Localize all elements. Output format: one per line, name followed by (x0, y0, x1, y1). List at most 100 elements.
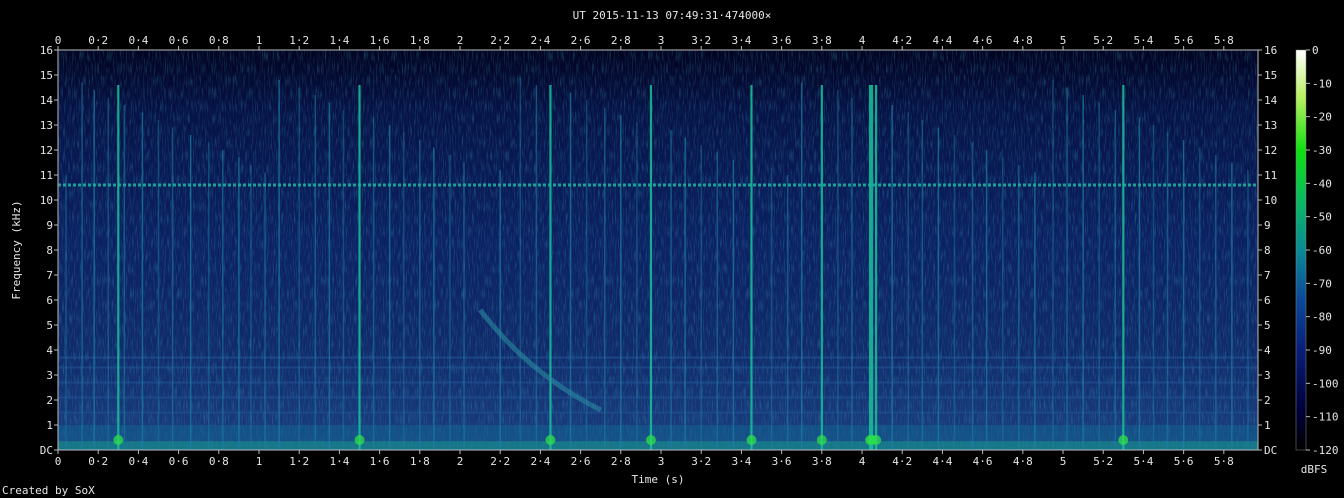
x-tick-label: 5·8 (1214, 34, 1234, 47)
x-tick-label: 5·6 (1174, 455, 1194, 468)
y-tick-label: 5 (46, 319, 53, 332)
event-hotspot (816, 435, 827, 445)
colorbar-tick-label: 0 (1312, 44, 1319, 57)
x-tick-label: 0 (55, 455, 62, 468)
colorbar-tick-label: -110 (1312, 411, 1339, 424)
y-tick-label: 2 (46, 394, 53, 407)
x-tick-label: 1 (256, 455, 263, 468)
credit-text: Created by SoX (2, 484, 95, 497)
x-tick-label: 1·2 (289, 455, 309, 468)
x-tick-label: 0·6 (169, 455, 189, 468)
x-tick-label: 5 (1060, 34, 1067, 47)
x-tick-label: 1·8 (410, 455, 430, 468)
y-tick-label: 10 (1264, 194, 1277, 207)
x-tick-label: 4 (859, 455, 866, 468)
x-tick-label: 1 (256, 34, 263, 47)
x-tick-label: 5·2 (1093, 455, 1113, 468)
y-tick-label: 16 (1264, 44, 1277, 57)
x-tick-label: 2·2 (490, 455, 510, 468)
y-tick-label: 7 (1264, 269, 1271, 282)
x-tick-label: 1·2 (289, 34, 309, 47)
y-tick-label: 13 (1264, 119, 1277, 132)
x-tick-label: 2·2 (490, 34, 510, 47)
colorbar-tick-label: -100 (1312, 377, 1339, 390)
x-tick-label: 3·2 (691, 34, 711, 47)
y-tick-label: 12 (1264, 144, 1277, 157)
x-tick-label: 0·8 (209, 34, 229, 47)
colorbar-tick-label: -40 (1312, 177, 1332, 190)
y-tick-label: 7 (46, 269, 53, 282)
chart-title: UT 2015-11-13 07:49:31·474000× (573, 9, 772, 22)
y-axis-label: Frequency (kHz) (10, 200, 23, 299)
x-tick-label: 5·4 (1133, 455, 1153, 468)
dc-band (58, 441, 1258, 450)
x-tick-label: 4·4 (932, 455, 952, 468)
y-tick-label: 13 (40, 119, 53, 132)
y-tick-label: 9 (1264, 219, 1271, 232)
y-tick-label: 4 (46, 344, 53, 357)
x-tick-label: 4·4 (932, 34, 952, 47)
x-tick-label: 5·8 (1214, 455, 1234, 468)
colorbar-tick-label: -60 (1312, 244, 1332, 257)
y-tick-label: 9 (46, 219, 53, 232)
x-tick-label: 0·2 (88, 455, 108, 468)
y-tick-label: DC (40, 444, 53, 457)
colorbar-tick-label: -120 (1312, 444, 1339, 457)
colorbar-unit: dBFS (1301, 463, 1328, 476)
x-tick-label: 1·4 (329, 34, 349, 47)
colorbar-tick-label: -50 (1312, 211, 1332, 224)
y-tick-label: 15 (1264, 69, 1277, 82)
colorbar-tick-label: -30 (1312, 144, 1332, 157)
x-tick-label: 0 (55, 34, 62, 47)
y-tick-label: 8 (1264, 244, 1271, 257)
x-tick-label: 3·8 (812, 455, 832, 468)
x-tick-label: 4·8 (1013, 34, 1033, 47)
y-tick-label: 3 (1264, 369, 1271, 382)
x-tick-label: 4·6 (973, 34, 993, 47)
x-tick-label: 0·4 (128, 455, 148, 468)
x-tick-label: 3 (658, 34, 665, 47)
y-tick-label: 14 (1264, 94, 1278, 107)
y-tick-label: 8 (46, 244, 53, 257)
colorbar-tick-label: -10 (1312, 77, 1332, 90)
y-tick-label: 6 (46, 294, 53, 307)
x-tick-label: 2·8 (611, 455, 631, 468)
x-tick-label: 2·6 (571, 34, 591, 47)
y-tick-label: 14 (40, 94, 54, 107)
x-tick-label: 4 (859, 34, 866, 47)
x-tick-label: 3·6 (772, 455, 792, 468)
y-tick-label: 11 (1264, 169, 1277, 182)
x-tick-label: 0·4 (128, 34, 148, 47)
x-tick-label: 3·4 (731, 34, 751, 47)
event-hotspot (354, 435, 365, 445)
y-tick-label: 6 (1264, 294, 1271, 307)
event-hotspot (1118, 435, 1129, 445)
colorbar-tick-label: -90 (1312, 344, 1332, 357)
x-tick-label: 2·6 (571, 455, 591, 468)
x-tick-label: 1·4 (329, 455, 349, 468)
x-tick-label: 2 (457, 455, 464, 468)
y-tick-label: 12 (40, 144, 53, 157)
spectrogram-chart: UT 2015-11-13 07:49:31·474000× 0 0·2 0·4 0·… (2, 9, 1339, 497)
y-tick-label: DC (1264, 444, 1277, 457)
event-hotspot (746, 435, 757, 445)
x-tick-label: 2·4 (530, 34, 550, 47)
y-tick-label: 1 (46, 419, 53, 432)
x-tick-label: 5·2 (1093, 34, 1113, 47)
x-tick-label: 4·6 (973, 455, 993, 468)
x-tick-label: 0·6 (169, 34, 189, 47)
y-tick-label: 11 (40, 169, 53, 182)
x-tick-label: 3·2 (691, 455, 711, 468)
x-tick-label: 4·2 (892, 455, 912, 468)
noise-texture (58, 50, 1258, 450)
y-tick-label: 16 (40, 44, 53, 57)
event-hotspot (645, 435, 656, 445)
x-tick-label: 5 (1060, 455, 1067, 468)
y-tick-label: 3 (46, 369, 53, 382)
x-tick-label: 3 (658, 455, 665, 468)
event-hotspot (545, 435, 556, 445)
x-tick-label: 2 (457, 34, 464, 47)
colorbar-tick-label: -80 (1312, 311, 1332, 324)
x-tick-label: 5·4 (1133, 34, 1153, 47)
y-tick-label: 5 (1264, 319, 1271, 332)
